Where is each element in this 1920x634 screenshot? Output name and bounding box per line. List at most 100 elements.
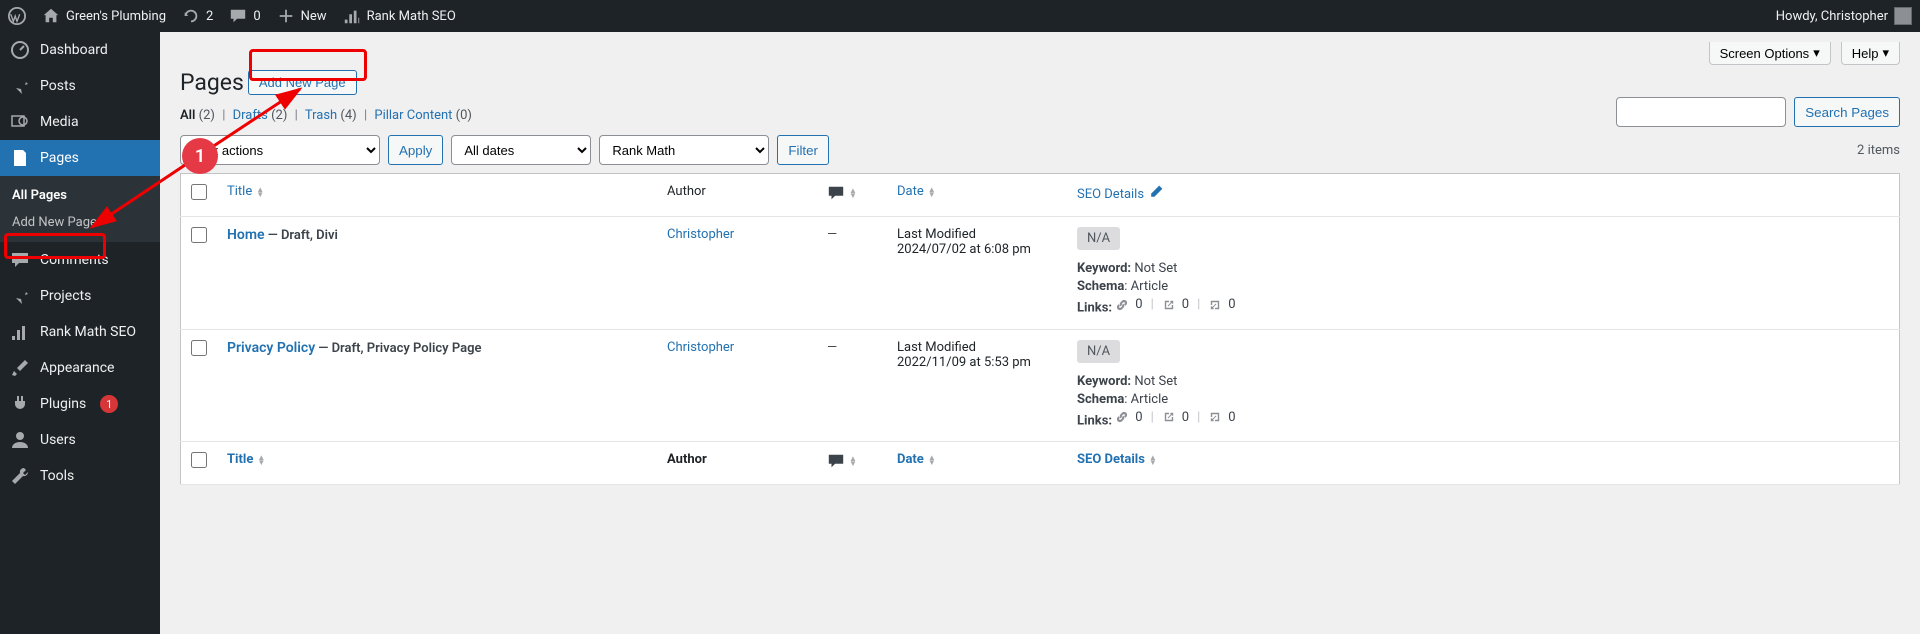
refresh-icon bbox=[182, 7, 200, 25]
filter-button[interactable]: Filter bbox=[777, 135, 829, 165]
new-content-link[interactable]: New bbox=[277, 7, 327, 25]
submenu-all-pages[interactable]: All Pages bbox=[0, 182, 160, 209]
tab-trash[interactable]: Trash bbox=[305, 108, 337, 123]
row-author-link[interactable]: Christopher bbox=[667, 340, 734, 355]
row-author-link[interactable]: Christopher bbox=[667, 227, 734, 242]
incoming-link-icon bbox=[1208, 298, 1222, 312]
caret-down-icon: ▾ bbox=[1813, 45, 1820, 61]
column-comments-footer[interactable]: ▲▼ bbox=[827, 452, 857, 470]
plus-icon bbox=[277, 7, 295, 25]
select-all-checkbox-footer[interactable] bbox=[191, 452, 207, 468]
column-comments[interactable]: ▲▼ bbox=[827, 184, 857, 202]
wp-logo[interactable] bbox=[8, 7, 26, 25]
sort-icon: ▲▼ bbox=[849, 188, 857, 198]
sort-icon: ▲▼ bbox=[928, 187, 936, 197]
menu-pages[interactable]: Pages bbox=[0, 140, 160, 176]
sort-icon: ▲▼ bbox=[256, 187, 264, 197]
select-all-checkbox[interactable] bbox=[191, 184, 207, 200]
menu-media[interactable]: Media bbox=[0, 104, 160, 140]
row-checkbox[interactable] bbox=[191, 340, 207, 356]
search-pages-button[interactable]: Search Pages bbox=[1794, 97, 1900, 127]
user-icon bbox=[10, 430, 30, 450]
column-date[interactable]: Date▲▼ bbox=[897, 184, 936, 199]
column-title-footer[interactable]: Title▲▼ bbox=[227, 452, 265, 467]
row-title-link[interactable]: Home bbox=[227, 227, 265, 243]
submenu-add-new-page[interactable]: Add New Page bbox=[0, 209, 160, 236]
menu-appearance[interactable]: Appearance bbox=[0, 350, 160, 386]
table-row: Privacy Policy — Draft, Privacy Policy P… bbox=[181, 329, 1900, 442]
help-button[interactable]: Help ▾ bbox=[1841, 42, 1900, 65]
comment-icon bbox=[229, 7, 247, 25]
row-comments: — bbox=[827, 340, 837, 355]
row-date-label: Last Modified bbox=[897, 340, 1057, 355]
site-name-link[interactable]: Green's Plumbing bbox=[42, 7, 166, 25]
chart-icon bbox=[343, 7, 361, 25]
row-date-value: 2024/07/02 at 6:08 pm bbox=[897, 242, 1057, 257]
tab-pillar[interactable]: Pillar Content bbox=[374, 108, 452, 123]
pin-icon bbox=[10, 76, 30, 96]
chart-icon bbox=[10, 322, 30, 342]
menu-plugins[interactable]: Plugins1 bbox=[0, 386, 160, 422]
content-area: Screen Options ▾ Help ▾ Pages Add New Pa… bbox=[160, 32, 1920, 485]
row-comments: — bbox=[827, 227, 837, 242]
comment-icon bbox=[827, 452, 845, 470]
sort-icon: ▲▼ bbox=[928, 455, 936, 465]
menu-dashboard[interactable]: Dashboard bbox=[0, 32, 160, 68]
external-link-icon bbox=[1162, 298, 1176, 312]
tab-all[interactable]: All bbox=[180, 108, 195, 123]
row-state: — Draft, Divi bbox=[265, 228, 338, 243]
tab-drafts-count: (2) bbox=[271, 108, 287, 123]
home-icon bbox=[42, 7, 60, 25]
dates-filter-select[interactable]: All dates bbox=[451, 135, 591, 165]
incoming-link-icon bbox=[1208, 410, 1222, 424]
tab-drafts[interactable]: Drafts bbox=[233, 108, 268, 123]
pages-submenu: All Pages Add New Page bbox=[0, 176, 160, 242]
apply-button[interactable]: Apply bbox=[388, 135, 443, 165]
column-author-footer: Author bbox=[657, 442, 817, 485]
pages-table: Title▲▼ Author ▲▼ Date▲▼ SEO Details Hom… bbox=[180, 173, 1900, 485]
avatar-icon bbox=[1894, 7, 1912, 25]
comment-icon bbox=[827, 184, 845, 202]
caret-down-icon: ▾ bbox=[1882, 45, 1889, 61]
search-input[interactable] bbox=[1616, 97, 1786, 127]
menu-comments[interactable]: Comments bbox=[0, 242, 160, 278]
sort-icon: ▲▼ bbox=[257, 455, 265, 465]
row-title-link[interactable]: Privacy Policy bbox=[227, 340, 315, 356]
seo-badge: N/A bbox=[1077, 340, 1120, 363]
column-date-footer[interactable]: Date▲▼ bbox=[897, 452, 936, 467]
howdy-user[interactable]: Howdy, Christopher bbox=[1776, 7, 1912, 25]
sort-icon: ▲▼ bbox=[1149, 455, 1157, 465]
menu-posts[interactable]: Posts bbox=[0, 68, 160, 104]
seo-badge: N/A bbox=[1077, 227, 1120, 250]
sort-icon: ▲▼ bbox=[849, 456, 857, 466]
row-date-label: Last Modified bbox=[897, 227, 1057, 242]
rank-math-link[interactable]: Rank Math SEO bbox=[343, 7, 456, 25]
column-title[interactable]: Title▲▼ bbox=[227, 184, 264, 199]
media-icon bbox=[10, 112, 30, 132]
menu-users[interactable]: Users bbox=[0, 422, 160, 458]
add-new-page-button[interactable]: Add New Page bbox=[248, 70, 357, 95]
rank-math-filter-select[interactable]: Rank Math bbox=[599, 135, 769, 165]
dashboard-icon bbox=[10, 40, 30, 60]
link-icon bbox=[1115, 298, 1129, 312]
column-seo-details[interactable]: SEO Details bbox=[1077, 184, 1164, 204]
screen-options-button[interactable]: Screen Options ▾ bbox=[1709, 42, 1831, 65]
menu-rank-math[interactable]: Rank Math SEO bbox=[0, 314, 160, 350]
page-icon bbox=[10, 148, 30, 168]
row-checkbox[interactable] bbox=[191, 227, 207, 243]
wrench-icon bbox=[10, 466, 30, 486]
tab-trash-count: (4) bbox=[340, 108, 356, 123]
bulk-actions-select[interactable]: Bulk actions bbox=[180, 135, 380, 165]
menu-tools[interactable]: Tools bbox=[0, 458, 160, 494]
brush-icon bbox=[10, 358, 30, 378]
plug-icon bbox=[10, 394, 30, 414]
row-date-value: 2022/11/09 at 5:53 pm bbox=[897, 355, 1057, 370]
pin-icon bbox=[10, 286, 30, 306]
link-icon bbox=[1115, 410, 1129, 424]
column-seo-details-footer[interactable]: SEO Details▲▼ bbox=[1077, 452, 1157, 467]
tab-all-count: (2) bbox=[199, 108, 215, 123]
menu-projects[interactable]: Projects bbox=[0, 278, 160, 314]
updates-link[interactable]: 2 bbox=[182, 7, 213, 25]
comments-link[interactable]: 0 bbox=[229, 7, 260, 25]
page-title: Pages bbox=[180, 69, 244, 96]
